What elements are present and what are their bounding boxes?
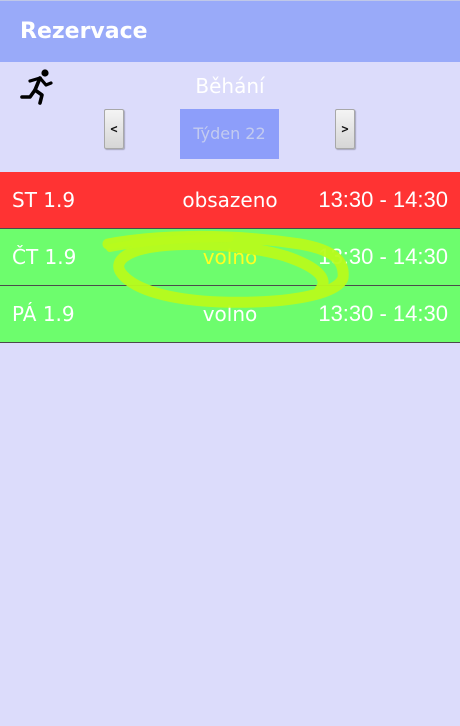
week-button[interactable]: Týden 22	[180, 109, 279, 159]
reservation-row-taken[interactable]: ST 1.9 obsazeno 13:30 - 14:30	[0, 172, 460, 229]
slot-time: 13:30 - 14:30	[318, 187, 448, 212]
slot-time: 13:30 - 14:30	[318, 301, 448, 326]
reservation-row-free[interactable]: ČT 1.9 volno 13:30 - 14:30	[0, 229, 460, 286]
app-title: Rezervace	[20, 19, 148, 44]
activity-title: Běhání	[195, 74, 265, 98]
slot-time: 13:30 - 14:30	[318, 244, 448, 269]
activity-header: Běhání < Týden 22 >	[0, 62, 460, 172]
app-bar: Rezervace	[0, 0, 460, 62]
reservation-list: ST 1.9 obsazeno 13:30 - 14:30 ČT 1.9 vol…	[0, 172, 460, 343]
reservation-row-free[interactable]: PÁ 1.9 volno 13:30 - 14:30	[0, 286, 460, 343]
next-week-button[interactable]: >	[335, 109, 355, 149]
previous-week-button[interactable]: <	[104, 109, 124, 149]
